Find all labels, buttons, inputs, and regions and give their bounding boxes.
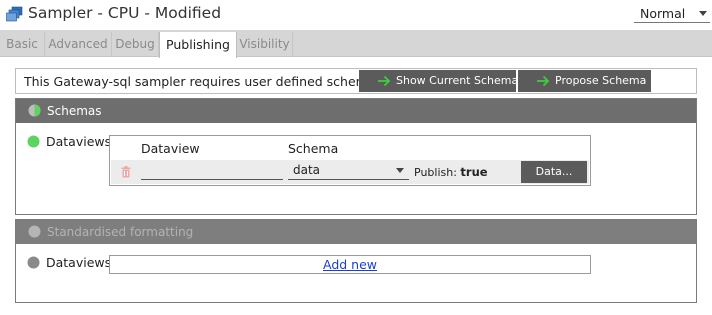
tab-bar: Basic Advanced Debug Publishing Visibili… (0, 30, 712, 58)
publish-value: true (460, 165, 488, 179)
schemas-heading: Schemas (47, 104, 102, 118)
publish-label: Publish: (414, 166, 457, 179)
add-new-row: Add new (109, 255, 591, 274)
chevron-down-icon (396, 168, 404, 173)
window-title: Sampler - CPU - Modified (28, 4, 222, 22)
dataview-name-input[interactable] (141, 162, 283, 180)
mode-value: Normal (640, 6, 686, 21)
status-disabled-icon (28, 225, 41, 238)
propose-schema-label: Propose Schema (555, 74, 647, 87)
tab-debug[interactable]: Debug (112, 32, 159, 57)
table-row: data Publish: true Data... (111, 160, 589, 184)
schemas-header[interactable]: Schemas (16, 99, 696, 123)
half-status-icon (28, 104, 41, 117)
trash-icon[interactable] (121, 166, 131, 178)
add-new-link[interactable]: Add new (110, 257, 590, 272)
tab-advanced[interactable]: Advanced (45, 32, 112, 57)
status-green-icon (27, 135, 40, 148)
data-button[interactable]: Data... (521, 161, 587, 183)
arrow-right-icon (537, 75, 550, 87)
schema-value: data (293, 163, 321, 177)
tab-publishing[interactable]: Publishing (159, 32, 237, 58)
formatting-header[interactable]: Standardised formatting (16, 220, 696, 244)
schema-dropdown[interactable]: data (288, 162, 409, 180)
tab-visibility[interactable]: Visibility (237, 32, 293, 57)
column-header-dataview: Dataview (141, 141, 200, 156)
status-grey-icon (27, 256, 40, 269)
publish-status: Publish: true (414, 165, 488, 179)
schema-notice: This Gateway-sql sampler requires user d… (15, 68, 697, 94)
title-bar: Sampler - CPU - Modified Normal (0, 0, 712, 30)
mode-dropdown[interactable]: Normal (634, 5, 710, 23)
chevron-down-icon (699, 11, 707, 16)
formatting-heading: Standardised formatting (47, 225, 194, 239)
dataview-schema-table: Dataview Schema data Publish: true Data.… (109, 135, 591, 186)
sampler-icon (6, 6, 23, 22)
arrow-right-icon (378, 75, 391, 87)
show-current-schema-button[interactable]: Show Current Schema (359, 70, 519, 92)
show-current-schema-label: Show Current Schema (396, 74, 519, 87)
propose-schema-button[interactable]: Propose Schema (518, 70, 651, 92)
schemas-dataviews-label: Dataviews (46, 134, 112, 149)
tab-basic[interactable]: Basic (0, 32, 45, 57)
notice-message: This Gateway-sql sampler requires user d… (24, 74, 392, 89)
formatting-dataviews-label: Dataviews (46, 255, 112, 270)
column-header-schema: Schema (288, 141, 339, 156)
